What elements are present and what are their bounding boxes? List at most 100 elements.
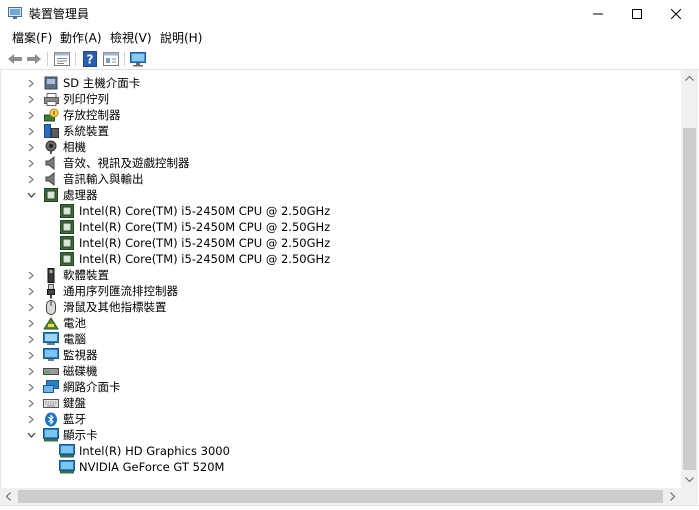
tree-item-computer[interactable]: 電腦: [25, 331, 86, 347]
chevron-right-icon[interactable]: [25, 267, 37, 283]
tree-item-label: 藍牙: [63, 412, 86, 426]
keyboard-icon: [43, 395, 59, 411]
tree-item-disk-drive[interactable]: 磁碟機: [25, 363, 98, 379]
scroll-up-arrow-icon[interactable]: [681, 70, 698, 87]
tree-item-battery[interactable]: 電池: [25, 315, 86, 331]
horizontal-scroll-thumb[interactable]: [18, 490, 663, 503]
tree-item-label: 滑鼠及其他指標裝置: [63, 300, 167, 314]
toolbar-separator: [47, 52, 48, 66]
tree-item-monitor[interactable]: 監視器: [25, 347, 98, 363]
toolbar-separator: [75, 52, 76, 66]
monitor-scan-icon[interactable]: [129, 50, 147, 68]
tree-item-display-adapter[interactable]: 顯示卡: [25, 427, 98, 443]
chevron-right-icon[interactable]: [25, 171, 37, 187]
window-title: 裝置管理員: [29, 7, 90, 21]
tree-item-system-device[interactable]: 系統裝置: [25, 123, 109, 139]
chevron-right-icon[interactable]: [25, 315, 37, 331]
display-adapter-icon: [59, 459, 75, 475]
chevron-right-icon[interactable]: [25, 331, 37, 347]
chevron-right-icon[interactable]: [25, 299, 37, 315]
tree-item-audio-io[interactable]: 音訊輸入與輸出: [25, 171, 144, 187]
tree-item-cpu-core-2[interactable]: Intel(R) Core(TM) i5-2450M CPU @ 2.50GHz: [59, 219, 330, 235]
tree-item-label: 電腦: [63, 332, 86, 346]
tree-item-nvidia-geforce[interactable]: NVIDIA GeForce GT 520M: [59, 459, 224, 475]
tree-item-sound-video[interactable]: 音效、視訊及遊戲控制器: [25, 155, 190, 171]
tree-item-sd-host[interactable]: SD 主機介面卡: [25, 75, 140, 91]
tree-item-cpu-core-1[interactable]: Intel(R) Core(TM) i5-2450M CPU @ 2.50GHz: [59, 203, 330, 219]
menu-help[interactable]: 說明(H): [158, 30, 204, 46]
tree-item-software-device[interactable]: 軟體裝置: [25, 267, 109, 283]
close-button[interactable]: [653, 0, 699, 28]
camera-icon: [43, 139, 59, 155]
tree-item-storage-controller[interactable]: 存放控制器: [25, 107, 121, 123]
tree-item-label: 電池: [63, 316, 86, 330]
tree-item-label: 音訊輸入與輸出: [63, 172, 144, 186]
speaker-icon: [43, 155, 59, 171]
computer-icon: [43, 331, 59, 347]
back-arrow-icon[interactable]: [6, 50, 24, 68]
tree-item-label: NVIDIA GeForce GT 520M: [79, 460, 225, 474]
tree-item-label: Intel(R) Core(TM) i5-2450M CPU @ 2.50GHz: [79, 252, 331, 266]
chevron-down-icon[interactable]: [25, 187, 37, 203]
chevron-down-icon[interactable]: [25, 427, 37, 443]
sd-host-adapter-icon: [43, 75, 59, 91]
vertical-scroll-thumb[interactable]: [683, 128, 696, 470]
usb-controller-icon: [43, 283, 59, 299]
tree-item-keyboard[interactable]: 鍵盤: [25, 395, 86, 411]
device-view-icon[interactable]: [102, 50, 120, 68]
menu-action[interactable]: 動作(A): [58, 30, 104, 46]
chevron-right-icon[interactable]: [25, 139, 37, 155]
tree-item-processor[interactable]: 處理器: [25, 187, 98, 203]
horizontal-scrollbar[interactable]: [0, 488, 681, 505]
chevron-right-icon[interactable]: [25, 91, 37, 107]
tree-item-mouse[interactable]: 滑鼠及其他指標裝置: [25, 299, 167, 315]
chevron-right-icon[interactable]: [25, 123, 37, 139]
tree-item-network-adapter[interactable]: 網路介面卡: [25, 379, 121, 395]
device-tree[interactable]: SD 主機介面卡 列印佇列 存放控制器 系統裝置 相機 音效、視訊及遊戲控制器: [0, 70, 681, 488]
display-adapter-icon: [59, 443, 75, 459]
window-bottom-frame: [0, 505, 699, 510]
tree-item-print-queue[interactable]: 列印佇列: [25, 91, 109, 107]
scroll-right-arrow-icon[interactable]: [664, 488, 681, 505]
help-icon[interactable]: ?: [81, 50, 99, 68]
chevron-right-icon[interactable]: [25, 155, 37, 171]
toolbar-separator: [124, 52, 125, 66]
menu-bar: 檔案(F) 動作(A) 檢視(V) 說明(H): [0, 28, 699, 48]
tree-item-label: 鍵盤: [63, 396, 86, 410]
chevron-right-icon[interactable]: [25, 347, 37, 363]
tree-item-bluetooth[interactable]: 藍牙: [25, 411, 86, 427]
properties-icon[interactable]: [53, 50, 71, 68]
tree-item-label: SD 主機介面卡: [63, 76, 141, 90]
chevron-right-icon[interactable]: [25, 395, 37, 411]
tree-item-label: 存放控制器: [63, 108, 121, 122]
processor-icon: [59, 235, 75, 251]
network-adapter-icon: [43, 379, 59, 395]
chevron-right-icon[interactable]: [25, 363, 37, 379]
tree-item-label: 顯示卡: [63, 428, 98, 442]
title-bar: 裝置管理員: [0, 0, 699, 28]
scrollbar-corner: [681, 488, 698, 505]
chevron-right-icon[interactable]: [25, 379, 37, 395]
tree-item-label: Intel(R) HD Graphics 3000: [79, 444, 230, 458]
vertical-scrollbar[interactable]: [681, 70, 698, 488]
scroll-down-arrow-icon[interactable]: [681, 471, 698, 488]
chevron-right-icon[interactable]: [25, 75, 37, 91]
tree-item-usb-controller[interactable]: 通用序列匯流排控制器: [25, 283, 178, 299]
tree-item-camera[interactable]: 相機: [25, 139, 86, 155]
tree-item-cpu-core-4[interactable]: Intel(R) Core(TM) i5-2450M CPU @ 2.50GHz: [59, 251, 330, 267]
menu-file[interactable]: 檔案(F): [10, 30, 54, 46]
scroll-left-arrow-icon[interactable]: [0, 488, 17, 505]
tree-item-label: 網路介面卡: [63, 380, 121, 394]
tree-item-label: 監視器: [63, 348, 98, 362]
menu-view[interactable]: 檢視(V): [108, 30, 154, 46]
chevron-right-icon[interactable]: [25, 411, 37, 427]
tree-item-cpu-core-3[interactable]: Intel(R) Core(TM) i5-2450M CPU @ 2.50GHz: [59, 235, 330, 251]
tree-item-label: 相機: [63, 140, 86, 154]
tree-item-label: 軟體裝置: [63, 268, 109, 282]
chevron-right-icon[interactable]: [25, 107, 37, 123]
forward-arrow-icon[interactable]: [25, 50, 43, 68]
svg-text:?: ?: [87, 53, 94, 67]
tree-item-intel-hd-graphics[interactable]: Intel(R) HD Graphics 3000: [59, 443, 230, 459]
chevron-right-icon[interactable]: [25, 283, 37, 299]
storage-controller-icon: [43, 107, 59, 123]
